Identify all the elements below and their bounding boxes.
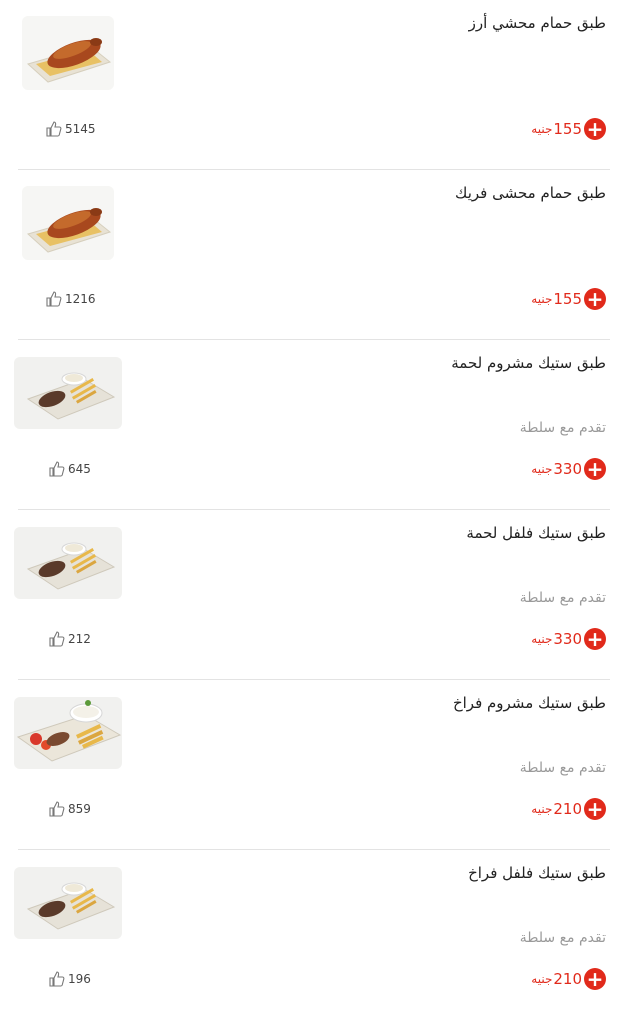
item-title: طبق ستيك فلفل فراخ bbox=[468, 864, 606, 882]
price-row: + 210 جنيه bbox=[531, 968, 606, 990]
menu-item[interactable]: طبق ستيك مشروم فراخ تقدم مع سلطة + 210 ج… bbox=[0, 680, 624, 850]
plus-circle-icon[interactable]: + bbox=[584, 968, 606, 990]
like-count: 645 bbox=[68, 462, 91, 476]
item-price: 210 bbox=[553, 800, 582, 818]
thumbs-up-icon bbox=[48, 970, 66, 988]
thumbs-up-icon bbox=[45, 290, 63, 308]
plus-circle-icon[interactable]: + bbox=[584, 118, 606, 140]
thumbs-up-icon bbox=[48, 630, 66, 648]
item-title: طبق ستيك مشروم فراخ bbox=[452, 694, 606, 712]
like-counter[interactable]: 1216 bbox=[45, 290, 96, 308]
menu-item[interactable]: طبق ستيك فلفل لحمة تقدم مع سلطة + 330 جن… bbox=[0, 510, 624, 680]
item-title: طبق ستيك مشروم لحمة bbox=[451, 354, 606, 372]
item-description: تقدم مع سلطة bbox=[519, 590, 606, 606]
item-price: 330 bbox=[553, 460, 582, 478]
like-counter[interactable]: 859 bbox=[48, 800, 91, 818]
like-count: 212 bbox=[68, 632, 91, 646]
price-row: + 155 جنيه bbox=[531, 288, 606, 310]
like-counter[interactable]: 645 bbox=[48, 460, 91, 478]
menu-list: طبق حمام محشي أرز + 155 جنيه 5145 طبق حم… bbox=[0, 0, 624, 998]
currency-label: جنيه bbox=[531, 802, 553, 816]
like-counter[interactable]: 196 bbox=[48, 970, 91, 988]
item-image[interactable] bbox=[22, 16, 114, 90]
item-image[interactable] bbox=[14, 697, 122, 769]
item-title: طبق حمام محشى فريك bbox=[455, 184, 606, 202]
item-price: 210 bbox=[553, 970, 582, 988]
item-image[interactable] bbox=[14, 527, 122, 599]
like-count: 1216 bbox=[65, 292, 96, 306]
thumbs-up-icon bbox=[48, 800, 66, 818]
price-row: + 330 جنيه bbox=[531, 458, 606, 480]
item-description: تقدم مع سلطة bbox=[519, 760, 606, 776]
thumbs-up-icon bbox=[48, 460, 66, 478]
plus-circle-icon[interactable]: + bbox=[584, 288, 606, 310]
menu-item[interactable]: طبق ستيك مشروم لحمة تقدم مع سلطة + 330 ج… bbox=[0, 340, 624, 510]
item-image[interactable] bbox=[14, 867, 122, 939]
price-row: + 330 جنيه bbox=[531, 628, 606, 650]
currency-label: جنيه bbox=[531, 972, 553, 986]
menu-item[interactable]: طبق ستيك فلفل فراخ تقدم مع سلطة + 210 جن… bbox=[0, 850, 624, 1020]
plus-circle-icon[interactable]: + bbox=[584, 798, 606, 820]
plus-circle-icon[interactable]: + bbox=[584, 628, 606, 650]
price-row: + 210 جنيه bbox=[531, 798, 606, 820]
like-counter[interactable]: 212 bbox=[48, 630, 91, 648]
like-counter[interactable]: 5145 bbox=[45, 120, 96, 138]
like-count: 859 bbox=[68, 802, 91, 816]
item-price: 330 bbox=[553, 630, 582, 648]
item-title: طبق حمام محشي أرز bbox=[468, 14, 606, 32]
item-title: طبق ستيك فلفل لحمة bbox=[466, 524, 606, 542]
currency-label: جنيه bbox=[531, 122, 553, 136]
item-price: 155 bbox=[553, 120, 582, 138]
like-count: 196 bbox=[68, 972, 91, 986]
plus-circle-icon[interactable]: + bbox=[584, 458, 606, 480]
item-image[interactable] bbox=[14, 357, 122, 429]
like-count: 5145 bbox=[65, 122, 96, 136]
item-price: 155 bbox=[553, 290, 582, 308]
menu-item[interactable]: طبق حمام محشى فريك + 155 جنيه 1216 bbox=[0, 170, 624, 340]
thumbs-up-icon bbox=[45, 120, 63, 138]
item-description: تقدم مع سلطة bbox=[519, 420, 606, 436]
item-image[interactable] bbox=[22, 186, 114, 260]
menu-item[interactable]: طبق حمام محشي أرز + 155 جنيه 5145 bbox=[0, 0, 624, 170]
item-description: تقدم مع سلطة bbox=[519, 930, 606, 946]
currency-label: جنيه bbox=[531, 632, 553, 646]
currency-label: جنيه bbox=[531, 462, 553, 476]
price-row: + 155 جنيه bbox=[531, 118, 606, 140]
currency-label: جنيه bbox=[531, 292, 553, 306]
